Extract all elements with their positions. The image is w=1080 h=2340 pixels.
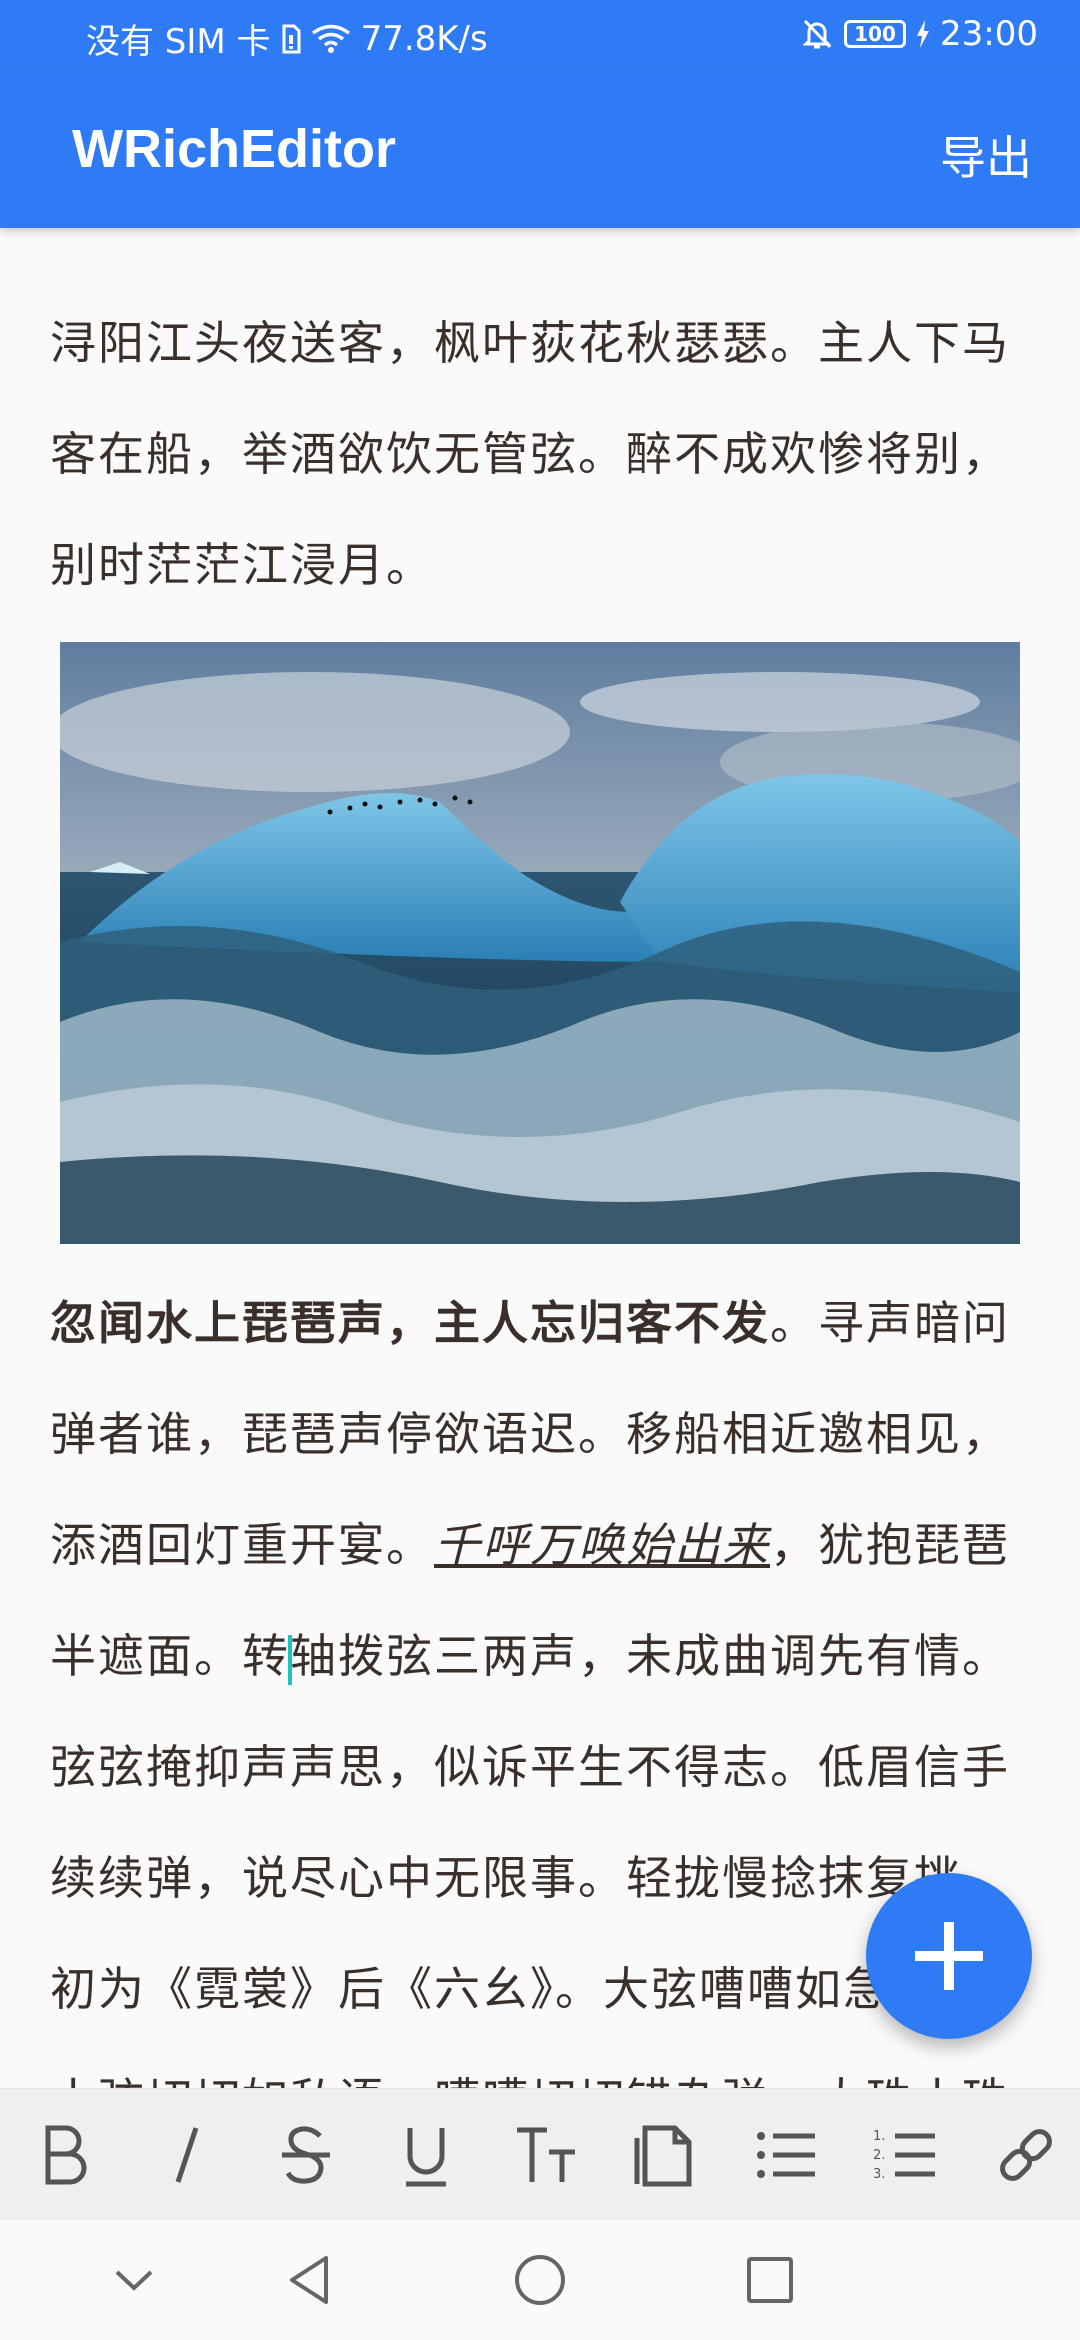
recents-square-icon bbox=[747, 2257, 793, 2303]
svg-text:2.: 2. bbox=[873, 2148, 885, 2163]
chevron-down-icon bbox=[115, 2270, 153, 2291]
system-nav-bar bbox=[0, 2220, 1080, 2340]
status-right: 100 23:00 bbox=[800, 14, 1038, 54]
italic-icon bbox=[175, 2127, 199, 2183]
app-bar: WRichEditor 导出 bbox=[0, 72, 1080, 228]
home-circle-icon bbox=[515, 2255, 565, 2305]
numbered-list-icon: 1. 2. 3. bbox=[873, 2129, 935, 2182]
link-button[interactable] bbox=[986, 2115, 1066, 2195]
numbered-list-button[interactable]: 1. 2. 3. bbox=[866, 2115, 946, 2195]
status-left: 没有 SIM 卡 77.8K/s bbox=[86, 14, 488, 63]
back-button[interactable] bbox=[278, 2248, 342, 2312]
export-button[interactable]: 导出 bbox=[940, 122, 1032, 188]
text-size-button[interactable] bbox=[506, 2115, 586, 2195]
file-button[interactable] bbox=[626, 2115, 706, 2195]
italic-underline-text[interactable]: 千呼万唤始出来 bbox=[434, 1518, 770, 1572]
paragraph-1[interactable]: 浔阳江头夜送客，枫叶荻花秋瑟瑟。主人下马客在船，举酒欲饮无管弦。醉不成欢惨将别，… bbox=[50, 288, 1030, 621]
add-button[interactable] bbox=[866, 1873, 1032, 2039]
underline-icon bbox=[406, 2128, 446, 2187]
clock: 23:00 bbox=[940, 14, 1038, 54]
link-icon bbox=[1000, 2129, 1052, 2181]
charging-icon bbox=[916, 20, 930, 48]
home-button[interactable] bbox=[508, 2248, 572, 2312]
bullet-list-button[interactable] bbox=[746, 2115, 826, 2195]
mute-bell-icon bbox=[800, 17, 834, 51]
battery-icon: 100 bbox=[844, 20, 907, 48]
back-triangle-icon bbox=[290, 2256, 328, 2304]
battery-level: 100 bbox=[854, 22, 896, 46]
svg-text:1.: 1. bbox=[873, 2129, 885, 2144]
plus-icon bbox=[915, 1922, 983, 1990]
text-size-icon bbox=[517, 2127, 575, 2182]
network-speed: 77.8K/s bbox=[360, 18, 488, 59]
strikethrough-icon bbox=[282, 2126, 330, 2184]
sim-icon bbox=[281, 24, 301, 54]
bold-text[interactable]: 忽闻水上琵琶声，主人忘归客不发 bbox=[50, 1296, 770, 1350]
status-bar: 没有 SIM 卡 77.8K/s 100 23:00 bbox=[0, 0, 1080, 72]
file-icon bbox=[634, 2125, 692, 2187]
rich-editor[interactable]: 浔阳江头夜送客，枫叶荻花秋瑟瑟。主人下马客在船，举酒欲饮无管弦。醉不成欢惨将别，… bbox=[0, 228, 1080, 2088]
iceberg-photo[interactable] bbox=[60, 642, 1020, 1244]
carrier-text: 没有 SIM 卡 bbox=[86, 22, 271, 62]
svg-text:3.: 3. bbox=[873, 2167, 885, 2182]
bold-icon bbox=[45, 2125, 87, 2185]
underline-button[interactable] bbox=[386, 2115, 466, 2195]
app-title: WRichEditor bbox=[72, 119, 396, 179]
wifi-icon bbox=[311, 24, 351, 54]
format-toolbar: 1. 2. 3. bbox=[0, 2088, 1080, 2221]
bullet-list-icon bbox=[757, 2132, 815, 2178]
recents-button[interactable] bbox=[738, 2248, 802, 2312]
bold-button[interactable] bbox=[26, 2115, 106, 2195]
hide-keyboard-button[interactable] bbox=[102, 2248, 166, 2312]
paragraph-2-text-c[interactable]: 轴拨弦三两声，未成曲调先有情。弦弦掩抑声声思，似诉平生不得志。低眉信手续续弹，说… bbox=[50, 1629, 1010, 2088]
strikethrough-button[interactable] bbox=[266, 2115, 346, 2195]
italic-button[interactable] bbox=[146, 2115, 226, 2195]
